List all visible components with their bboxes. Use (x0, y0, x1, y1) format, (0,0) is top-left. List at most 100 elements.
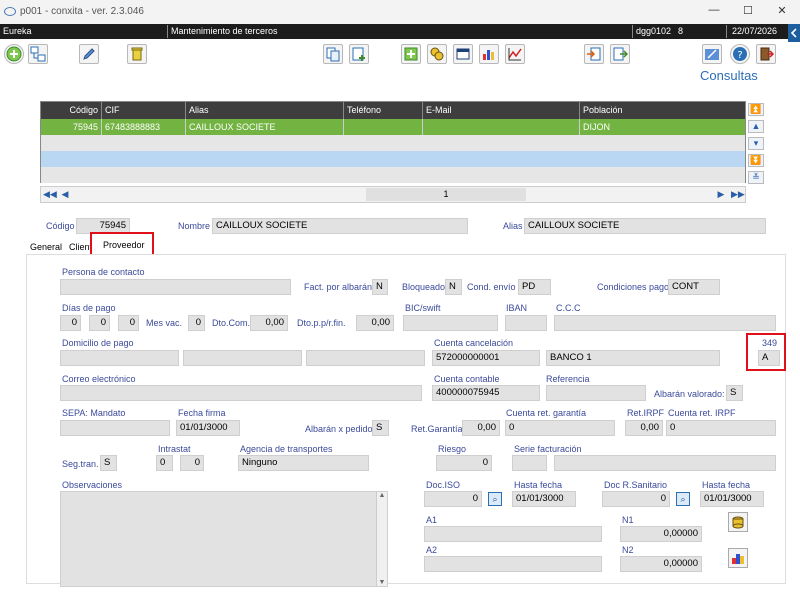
doc-iso-field[interactable]: 0 (424, 491, 482, 507)
table-row[interactable] (41, 151, 745, 167)
n1-field[interactable]: 0,00000 (620, 526, 702, 542)
fecha-firma-field[interactable]: 01/01/3000 (176, 420, 240, 436)
domicilio-field-1[interactable] (60, 350, 179, 366)
col-codigo[interactable]: Código (41, 102, 101, 119)
duplicate-button[interactable] (28, 44, 48, 64)
import-button[interactable] (584, 44, 604, 64)
correo-field[interactable] (60, 385, 422, 401)
line-chart-button[interactable] (505, 44, 525, 64)
col-email[interactable]: E-Mail (422, 102, 579, 119)
bloqueado-field[interactable]: N (445, 279, 462, 295)
scroll-up-icon[interactable]: ▲ (377, 492, 387, 499)
col-cif[interactable]: CIF (101, 102, 185, 119)
window-button[interactable] (453, 44, 473, 64)
table-row[interactable] (41, 167, 745, 183)
cuenta-canc-field[interactable]: 572000000001 (432, 350, 540, 366)
dto-pp-field[interactable]: 0,00 (356, 315, 394, 331)
maximize-button[interactable]: ☐ (738, 4, 758, 17)
bic-field[interactable] (403, 315, 498, 331)
fact-albaran-field[interactable]: N (372, 279, 388, 295)
hasta-fecha-field[interactable]: 01/01/3000 (512, 491, 576, 507)
ret-garantia-field[interactable]: 0,00 (462, 420, 500, 436)
first-record-button[interactable]: ⏫ (748, 103, 764, 116)
serie-fact-field-2[interactable] (554, 455, 776, 471)
doc-iso-search-icon[interactable]: ⌕ (488, 492, 502, 506)
table-row[interactable] (41, 135, 745, 151)
persona-contacto-field[interactable] (60, 279, 291, 295)
export-button[interactable] (610, 44, 630, 64)
copy-doc-button[interactable] (323, 44, 343, 64)
observaciones-textarea[interactable]: ▲ ▼ (60, 491, 388, 587)
side-collapse-button[interactable] (788, 24, 800, 42)
notes-button[interactable] (702, 44, 722, 64)
cond-envio-field[interactable]: PD (518, 279, 551, 295)
consultas-link[interactable]: Consultas (700, 68, 758, 83)
mes-vac-field[interactable]: 0 (188, 315, 205, 331)
domicilio-field-2[interactable] (183, 350, 302, 366)
help-button[interactable]: ? (730, 44, 750, 64)
banco-field[interactable]: BANCO 1 (546, 350, 720, 366)
col-poblacion[interactable]: Población (579, 102, 745, 119)
observaciones-scrollbar[interactable]: ▲ ▼ (376, 492, 387, 586)
n2-field[interactable]: 0,00000 (620, 556, 702, 572)
col-telefono[interactable]: Teléfono (343, 102, 422, 119)
cond-pago-field[interactable]: CONT (668, 279, 720, 295)
agencia-field[interactable]: Ninguno (238, 455, 369, 471)
intrastat-field-2[interactable]: 0 (180, 455, 204, 471)
intrastat-field-1[interactable]: 0 (156, 455, 173, 471)
doc-r-sanitario-field[interactable]: 0 (602, 491, 670, 507)
edit-button[interactable] (79, 44, 99, 64)
close-button[interactable]: ✕ (772, 4, 792, 17)
coins-button[interactable] (427, 44, 447, 64)
line-chart-icon (508, 48, 522, 61)
bar-chart-button[interactable] (479, 44, 499, 64)
albaran-pedido-field[interactable]: S (372, 420, 389, 436)
prev-page-icon[interactable]: ◀ (59, 188, 71, 201)
ccc-field[interactable] (554, 315, 776, 331)
exit-button[interactable] (756, 44, 776, 64)
seg-tran-field[interactable]: S (100, 455, 117, 471)
minimize-button[interactable]: — (704, 4, 724, 16)
prev-record-button[interactable]: ▾ (748, 137, 764, 150)
col-alias[interactable]: Alias (185, 102, 343, 119)
delete-button[interactable] (127, 44, 147, 64)
m349-field[interactable]: A (758, 350, 780, 366)
iban-field[interactable] (505, 315, 547, 331)
a2-field[interactable] (424, 556, 602, 572)
chart-palette-button[interactable] (728, 548, 748, 568)
add-button[interactable] (4, 44, 24, 64)
ret-irpf-field[interactable]: 0,00 (625, 420, 663, 436)
table-row[interactable]: 75945 67483888883 CAILLOUX SOCIETE DIJON (41, 119, 745, 135)
doc-r-sanitario-search-icon[interactable]: ⌕ (676, 492, 690, 506)
cuenta-contable-field[interactable]: 400000075945 (432, 385, 540, 401)
alias-field[interactable]: CAILLOUX SOCIETE (524, 218, 766, 234)
sepa-field[interactable] (60, 420, 170, 436)
cell-codigo: 75945 (72, 122, 98, 132)
nombre-field[interactable]: CAILLOUX SOCIETE (212, 218, 468, 234)
dia-pago-1[interactable]: 0 (60, 315, 81, 331)
next-page-icon[interactable]: ▶ (715, 188, 727, 201)
dto-com-field[interactable]: 0,00 (250, 315, 288, 331)
dia-pago-3[interactable]: 0 (118, 315, 139, 331)
a1-field[interactable] (424, 526, 602, 542)
referencia-field[interactable] (546, 385, 646, 401)
serie-fact-field-1[interactable] (512, 455, 547, 471)
domicilio-field-3[interactable] (306, 350, 425, 366)
hasta-fecha2-field[interactable]: 01/01/3000 (700, 491, 764, 507)
prev-page-button[interactable]: ▲ (748, 120, 764, 133)
scroll-down-icon[interactable]: ▼ (377, 579, 387, 586)
next-page-button[interactable]: ⏬ (748, 154, 764, 167)
cuenta-ret-irpf-field[interactable]: 0 (666, 420, 776, 436)
new-doc-button[interactable] (349, 44, 369, 64)
last-record-button[interactable]: ≚ (748, 171, 764, 184)
first-page-icon[interactable]: ◀◀ (43, 188, 57, 201)
albaran-valorado-field[interactable]: S (726, 385, 743, 401)
add-line-button[interactable] (401, 44, 421, 64)
tab-proveedor[interactable]: Proveedor (90, 232, 154, 256)
bar-chart-icon (483, 50, 494, 60)
riesgo-field[interactable]: 0 (436, 455, 492, 471)
last-page-icon[interactable]: ▶▶ (731, 188, 745, 201)
cuenta-ret-gar-field[interactable]: 0 (505, 420, 615, 436)
coins-stack-button[interactable] (728, 512, 748, 532)
dia-pago-2[interactable]: 0 (89, 315, 110, 331)
